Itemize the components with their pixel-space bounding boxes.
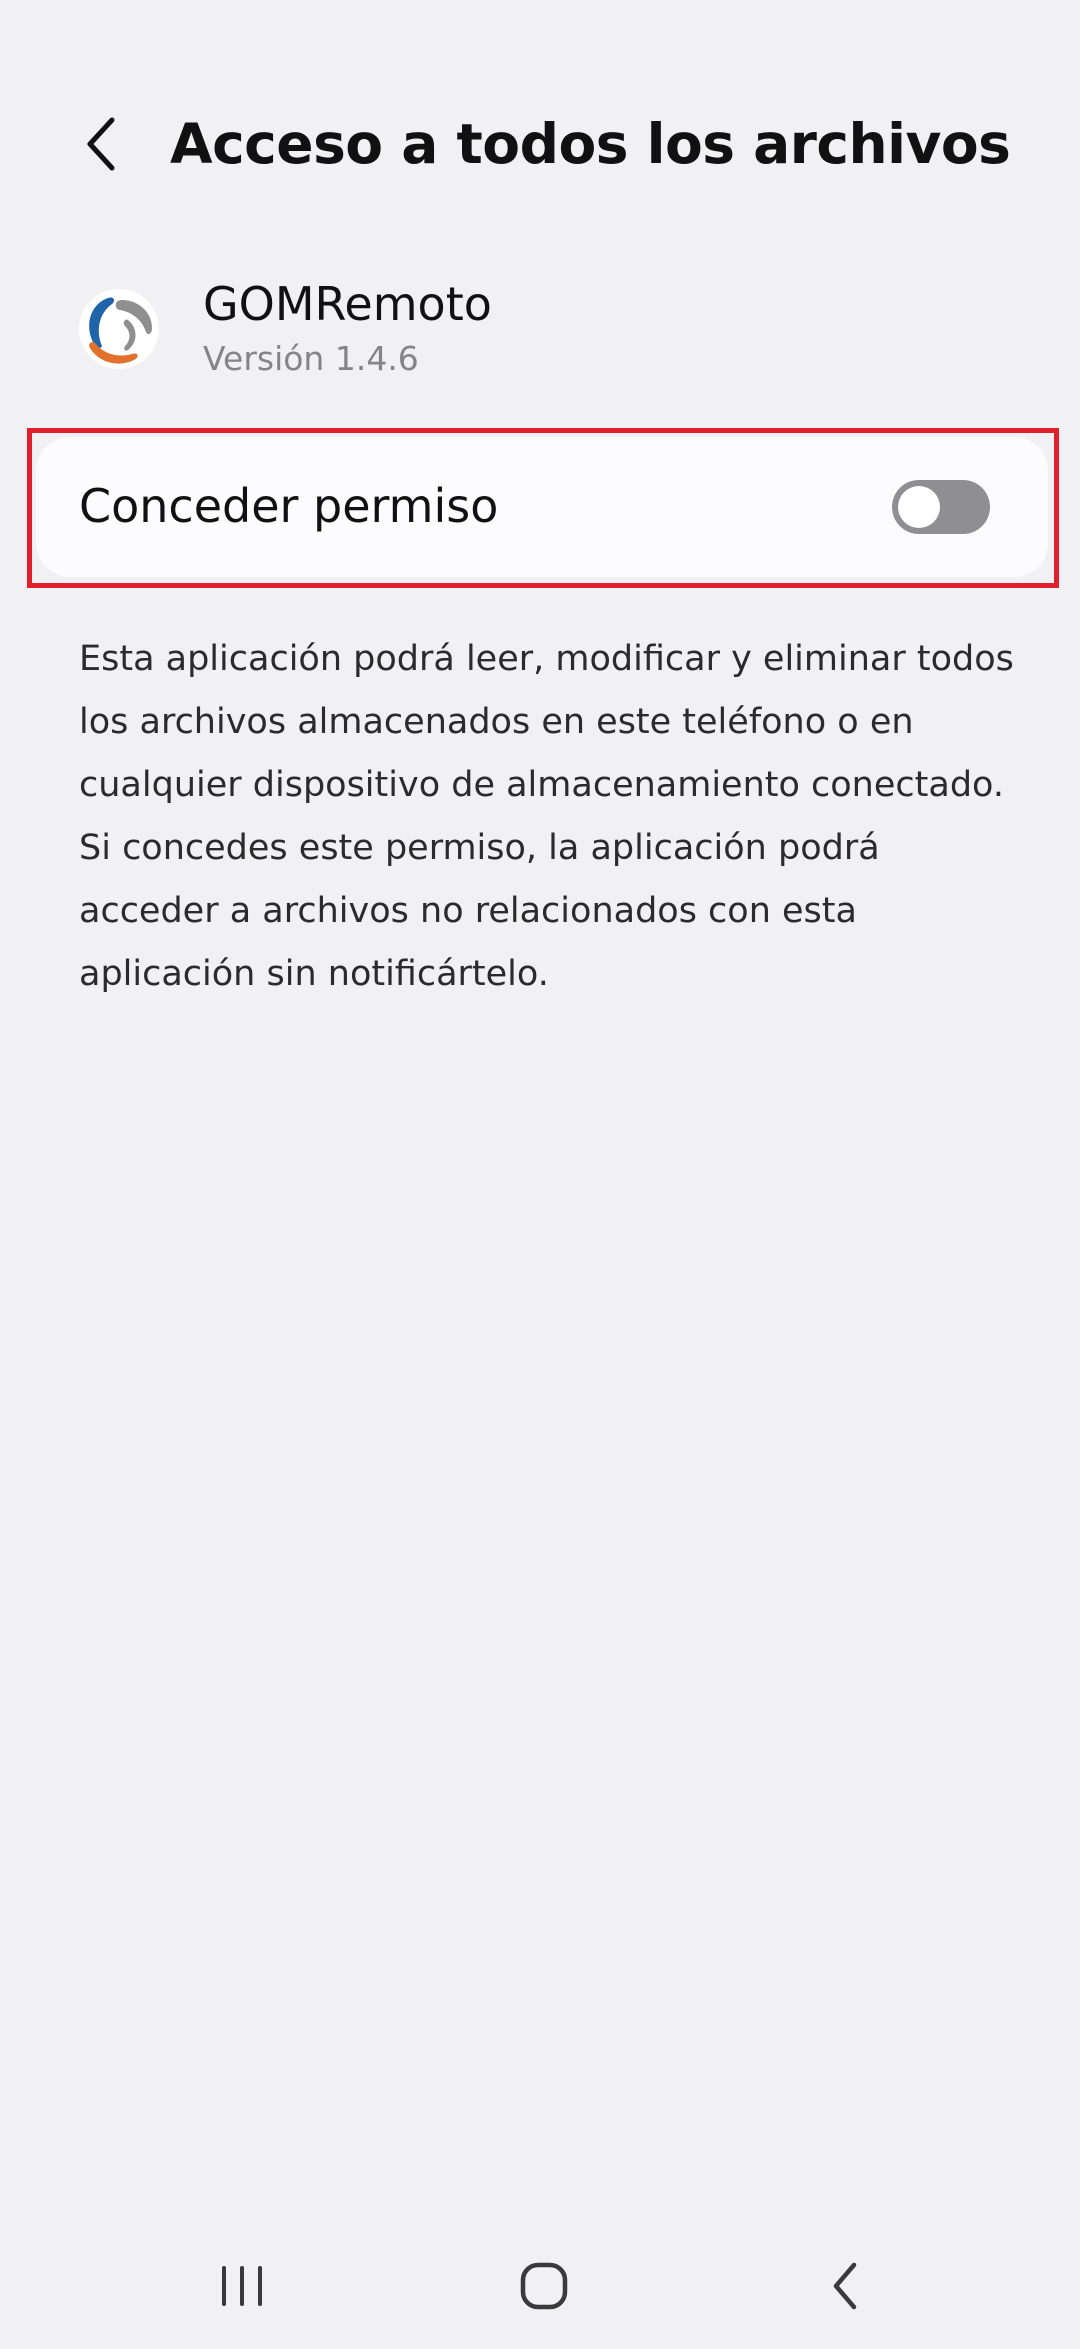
home-button[interactable] xyxy=(504,2250,584,2322)
home-icon xyxy=(520,2262,568,2310)
chevron-left-icon xyxy=(87,117,115,171)
grant-permission-toggle[interactable] xyxy=(892,480,990,534)
recents-icon xyxy=(222,2266,262,2306)
grant-permission-label: Conceder permiso xyxy=(79,479,499,533)
system-back-button[interactable] xyxy=(806,2250,886,2322)
grant-permission-row[interactable]: Conceder permiso xyxy=(36,437,1048,577)
back-icon xyxy=(833,2262,857,2310)
gomremote-logo-icon xyxy=(79,289,159,369)
permission-description: Esta aplicación podrá leer, modificar y … xyxy=(79,639,1014,994)
navigation-bar xyxy=(0,2230,1080,2340)
app-info: GOMRemoto Versión 1.4.6 xyxy=(0,270,1080,400)
recents-button[interactable] xyxy=(202,2250,282,2322)
page-title: Acceso a todos los archivos xyxy=(170,112,1011,176)
app-version: Versión 1.4.6 xyxy=(203,339,419,378)
toggle-knob xyxy=(898,486,940,528)
back-button[interactable] xyxy=(66,108,138,180)
app-name: GOMRemoto xyxy=(203,277,492,331)
top-app-bar: Acceso a todos los archivos xyxy=(0,100,1080,190)
